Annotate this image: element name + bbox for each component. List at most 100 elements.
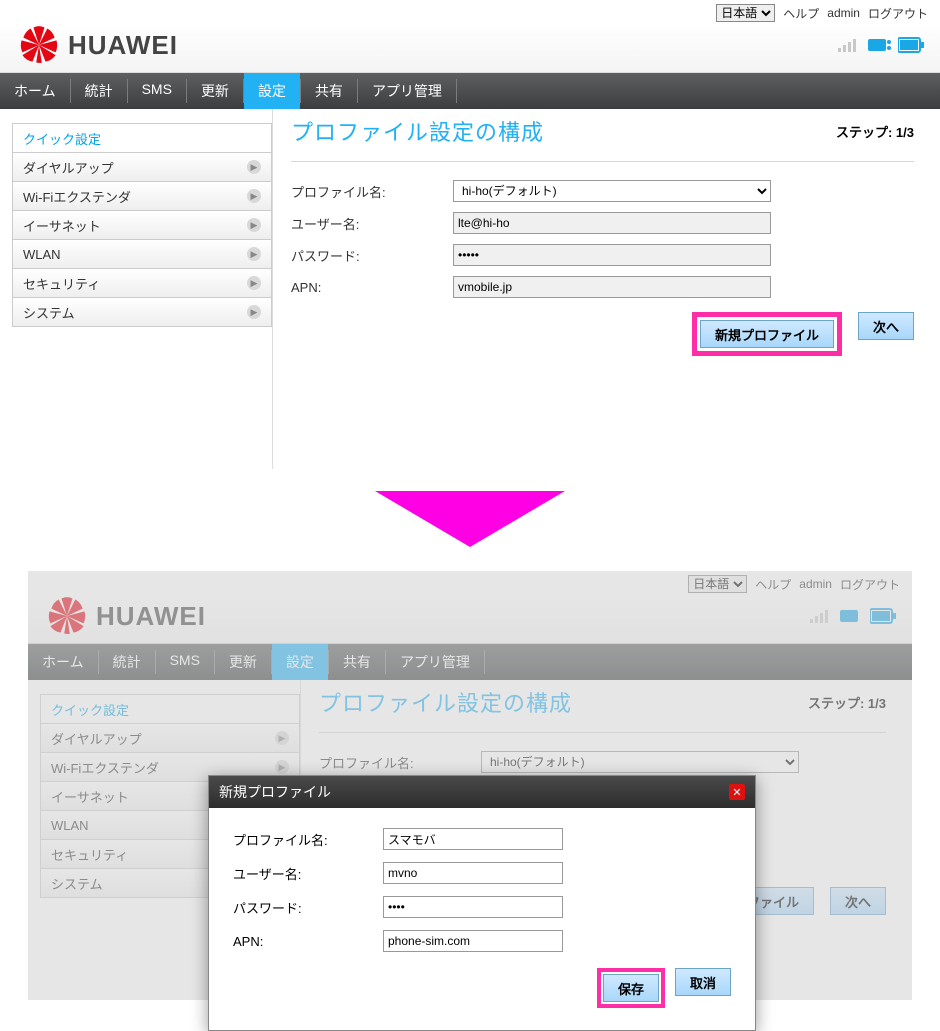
- dialog-titlebar: 新規プロファイル ✕: [209, 776, 755, 808]
- nav-appmgr[interactable]: アプリ管理: [386, 644, 484, 680]
- profile-name-label: プロファイル名:: [291, 182, 453, 201]
- sidebar-item-label: システム: [23, 303, 75, 322]
- profile-name-select[interactable]: hi-ho(デフォルト): [453, 180, 771, 202]
- sidebar-item-label: クイック設定: [23, 129, 101, 148]
- next-button[interactable]: 次へ: [830, 887, 886, 915]
- dlg-pass-input[interactable]: [383, 896, 563, 918]
- battery-icon: [898, 37, 924, 53]
- logout-link[interactable]: ログアウト: [840, 576, 900, 593]
- signal-icon: [838, 37, 860, 53]
- sidebar-item-label: セキュリティ: [23, 274, 100, 293]
- brand: HUAWEI: [44, 597, 206, 635]
- profile-name-label: プロファイル名:: [319, 753, 481, 772]
- language-select[interactable]: 日本語: [688, 575, 747, 593]
- status-icons: [810, 607, 896, 625]
- panel-before: 日本語 ヘルプ admin ログアウト HUAWEI: [0, 0, 940, 469]
- sidebar-item-dialup[interactable]: ダイヤルアップ ▶: [40, 723, 300, 753]
- sidebar-item-label: Wi-Fiエクステンダ: [23, 187, 131, 206]
- user-link[interactable]: admin: [799, 577, 832, 591]
- save-button[interactable]: 保存: [603, 974, 659, 1002]
- nav-stats[interactable]: 統計: [99, 644, 155, 680]
- password-label: パスワード:: [291, 246, 453, 265]
- huawei-logo-icon: [16, 26, 62, 64]
- password-field[interactable]: [453, 244, 771, 266]
- chevron-right-icon: ▶: [275, 731, 289, 745]
- nav-share[interactable]: 共有: [329, 644, 385, 680]
- dialog-title-text: 新規プロファイル: [219, 782, 331, 802]
- header: HUAWEI: [28, 593, 912, 644]
- dlg-profile-input[interactable]: [383, 828, 563, 850]
- sidebar-item-wifiext[interactable]: Wi-Fiエクステンダ▶: [12, 181, 272, 211]
- sidebar-item-label: イーサネット: [23, 216, 101, 235]
- profile-name-select[interactable]: hi-ho(デフォルト): [481, 751, 799, 773]
- sidebar-item-label: WLAN: [51, 818, 89, 833]
- chevron-right-icon: ▶: [247, 276, 261, 290]
- header: HUAWEI: [0, 22, 940, 73]
- chevron-right-icon: ▶: [275, 760, 289, 774]
- panel-after: 日本語 ヘルプ admin ログアウト HUAWEI ホーム 統計 SMS 更新…: [28, 571, 912, 1000]
- topbar: 日本語 ヘルプ admin ログアウト: [28, 571, 912, 593]
- sidebar-item-quick[interactable]: クイック設定: [40, 694, 300, 724]
- apn-field[interactable]: [453, 276, 771, 298]
- topbar: 日本語 ヘルプ admin ログアウト: [0, 0, 940, 22]
- sidebar-item-label: ダイヤルアップ: [51, 729, 142, 748]
- user-link[interactable]: admin: [827, 6, 860, 20]
- page-title: プロファイル設定の構成: [291, 115, 544, 147]
- language-select[interactable]: 日本語: [716, 4, 775, 22]
- step-indicator: ステップ: 1/3: [836, 122, 914, 141]
- sidebar-item-label: クイック設定: [51, 700, 129, 719]
- sidebar-item-system[interactable]: システム ▶: [12, 297, 272, 327]
- help-link[interactable]: ヘルプ: [755, 576, 791, 593]
- dlg-apn-input[interactable]: [383, 930, 563, 952]
- brand-name: HUAWEI: [68, 30, 178, 61]
- nav-share[interactable]: 共有: [301, 73, 357, 109]
- signal-icon: [810, 608, 832, 624]
- next-button[interactable]: 次へ: [858, 312, 914, 340]
- apn-label: APN:: [291, 280, 453, 295]
- main-nav: ホーム 統計 SMS 更新 設定 共有 アプリ管理: [0, 73, 940, 109]
- nav-stats[interactable]: 統計: [71, 73, 127, 109]
- nav-home[interactable]: ホーム: [28, 644, 98, 680]
- status-icons: [838, 36, 924, 54]
- new-profile-button[interactable]: 新規プロファイル: [700, 320, 834, 348]
- wifi-icon: [866, 36, 892, 54]
- username-field[interactable]: [453, 212, 771, 234]
- dlg-pass-label: パスワード:: [233, 898, 383, 917]
- sidebar-item-label: ダイヤルアップ: [23, 158, 114, 177]
- sidebar-item-label: イーサネット: [51, 787, 129, 806]
- sidebar-item-dialup[interactable]: ダイヤルアップ ▶: [12, 152, 272, 182]
- nav-update[interactable]: 更新: [215, 644, 271, 680]
- chevron-right-icon: ▶: [247, 305, 261, 319]
- chevron-right-icon: ▶: [247, 247, 261, 261]
- huawei-logo-icon: [44, 597, 90, 635]
- battery-icon: [870, 608, 896, 624]
- nav-update[interactable]: 更新: [187, 73, 243, 109]
- sidebar-item-wlan[interactable]: WLAN▶: [12, 239, 272, 269]
- nav-settings[interactable]: 設定: [272, 644, 328, 680]
- logout-link[interactable]: ログアウト: [868, 5, 928, 22]
- cancel-button[interactable]: 取消: [675, 968, 731, 996]
- step-indicator: ステップ: 1/3: [808, 693, 886, 712]
- chevron-right-icon: ▶: [247, 218, 261, 232]
- nav-home[interactable]: ホーム: [0, 73, 70, 109]
- chevron-right-icon: ▶: [247, 160, 261, 174]
- sidebar-item-ethernet[interactable]: イーサネット ▶: [12, 210, 272, 240]
- nav-settings[interactable]: 設定: [244, 73, 300, 109]
- nav-sms[interactable]: SMS: [128, 73, 186, 109]
- help-link[interactable]: ヘルプ: [783, 5, 819, 22]
- transition-arrow-icon: [375, 491, 565, 547]
- nav-sms[interactable]: SMS: [156, 644, 214, 680]
- sidebar-item-security[interactable]: セキュリティ ▶: [12, 268, 272, 298]
- sidebar-item-label: システム: [51, 874, 103, 893]
- sidebar-item-label: Wi-Fiエクステンダ: [51, 758, 159, 777]
- sidebar-item-quick[interactable]: クイック設定: [12, 123, 272, 153]
- brand: HUAWEI: [16, 26, 178, 64]
- highlight-save: 保存: [597, 968, 665, 1008]
- nav-appmgr[interactable]: アプリ管理: [358, 73, 456, 109]
- username-label: ユーザー名:: [291, 214, 453, 233]
- content: クイック設定 ダイヤルアップ▶ Wi-Fiエクステンダ▶ イーサネット▶ WLA…: [0, 109, 940, 469]
- dlg-user-input[interactable]: [383, 862, 563, 884]
- dlg-profile-label: プロファイル名:: [233, 830, 383, 849]
- brand-name: HUAWEI: [96, 601, 206, 632]
- close-icon[interactable]: ✕: [729, 784, 745, 800]
